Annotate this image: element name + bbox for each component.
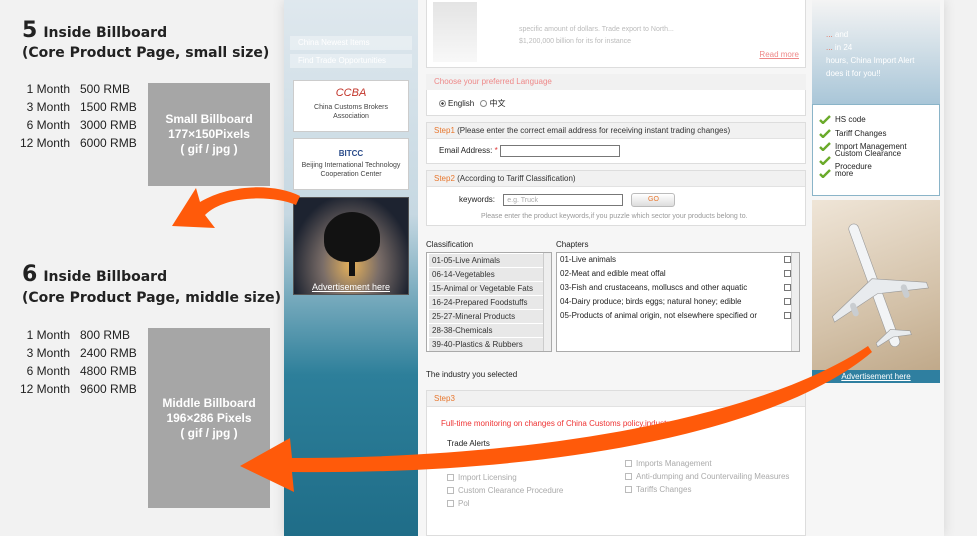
arrow-to-middle-billboard xyxy=(240,346,872,492)
arrows-overlay xyxy=(172,187,872,492)
arrow-to-small-billboard xyxy=(172,187,300,228)
